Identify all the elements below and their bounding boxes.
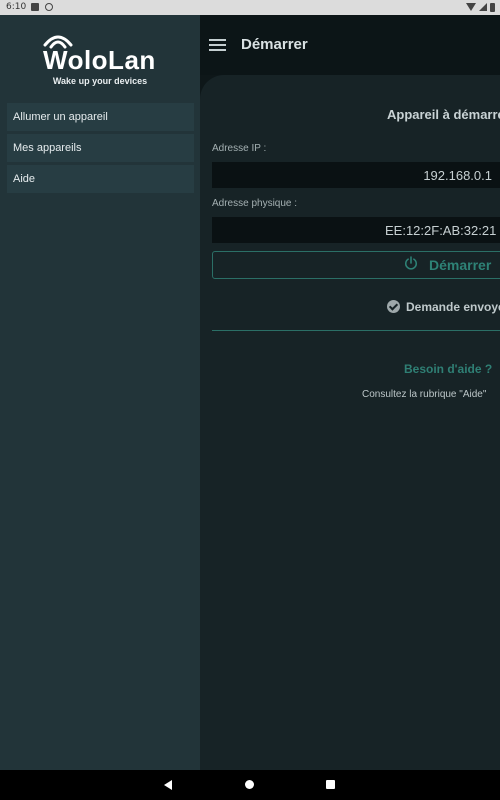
main-screen: Démarrer Appareil à démarrer Adresse IP …	[200, 15, 500, 775]
status-time: 6:10	[6, 2, 27, 12]
divider	[212, 330, 500, 331]
drawer-item-label: Mes appareils	[13, 142, 82, 154]
drawer-item-label: Allumer un appareil	[13, 111, 108, 123]
wake-card: Appareil à démarrer Adresse IP : 192.168…	[200, 75, 500, 775]
recent-apps-icon[interactable]	[326, 780, 335, 789]
power-icon	[404, 256, 418, 270]
back-icon[interactable]	[164, 780, 172, 790]
request-sent-status: Demande envoyée	[387, 300, 500, 314]
logo-text: WoloLan	[43, 45, 156, 75]
start-button-label: Démarrer	[429, 257, 492, 273]
status-bar: 6:10	[0, 0, 500, 15]
battery-icon	[490, 3, 495, 12]
sync-icon	[45, 3, 53, 11]
ip-address-field[interactable]: 192.168.0.1	[212, 162, 500, 188]
home-icon[interactable]	[245, 780, 254, 789]
mac-address-field[interactable]: EE:12:2F:AB:32:21	[212, 217, 500, 243]
mac-address-value: EE:12:2F:AB:32:21	[385, 223, 497, 238]
sd-card-icon	[31, 3, 39, 11]
navigation-drawer: WoloLan Wake up your devices Allumer un …	[0, 15, 200, 770]
drawer-item-my-devices[interactable]: Mes appareils	[7, 134, 194, 162]
wifi-icon	[466, 3, 476, 11]
start-button[interactable]: Démarrer	[212, 251, 500, 279]
request-sent-text: Demande envoyée	[406, 300, 500, 314]
mac-label: Adresse physique :	[212, 198, 298, 209]
drawer-item-help[interactable]: Aide	[7, 165, 194, 193]
ip-address-value: 192.168.0.1	[423, 168, 492, 183]
hamburger-menu-icon[interactable]	[209, 39, 226, 51]
signal-icon	[479, 3, 487, 11]
check-circle-icon	[387, 300, 400, 313]
app-bar: Démarrer	[200, 15, 500, 75]
tagline: Wake up your devices	[52, 76, 148, 86]
help-text[interactable]: Consultez la rubrique "Aide"	[362, 389, 486, 400]
ip-label: Adresse IP :	[212, 143, 267, 154]
page-title: Démarrer	[241, 36, 308, 53]
card-title: Appareil à démarrer	[387, 107, 500, 122]
drawer-item-label: Aide	[13, 173, 36, 185]
help-title: Besoin d'aide ?	[404, 362, 493, 376]
system-nav-bar	[0, 770, 500, 800]
drawer-item-wake-device[interactable]: Allumer un appareil	[7, 103, 194, 131]
